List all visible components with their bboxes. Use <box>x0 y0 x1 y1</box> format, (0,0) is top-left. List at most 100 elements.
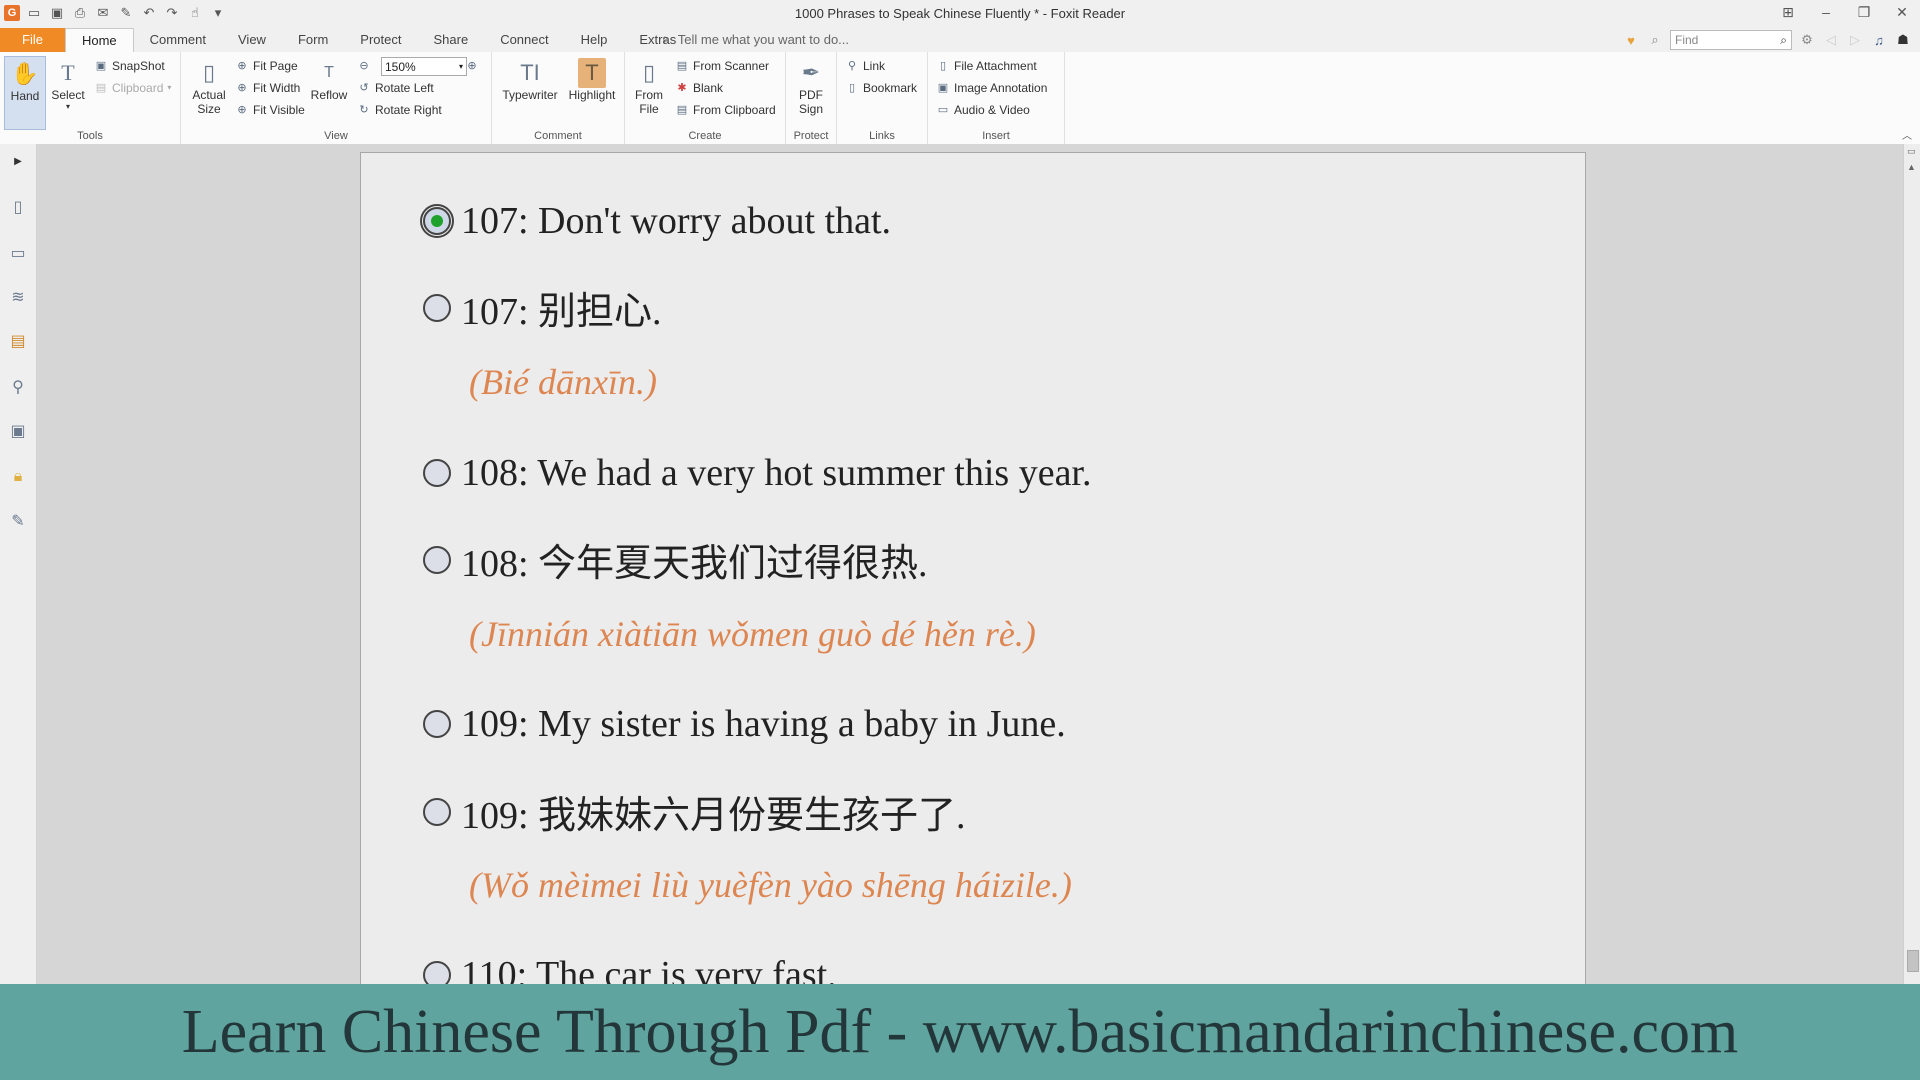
zoom-out-button[interactable]: ⊖ <box>357 56 371 76</box>
tab-help[interactable]: Help <box>565 28 624 52</box>
image-icon: ▣ <box>937 82 949 94</box>
tab-comment[interactable]: Comment <box>134 28 222 52</box>
tab-protect[interactable]: Protect <box>344 28 417 52</box>
clipboard-button[interactable]: ▤ Clipboard ▾ <box>94 78 172 98</box>
fit-page-icon: ⊕ <box>237 60 247 72</box>
typewriter-label: Typewriter <box>502 88 558 102</box>
blank-button[interactable]: ✱ Blank <box>675 78 723 98</box>
rotate-right-button[interactable]: ↻ Rotate Right <box>357 100 441 120</box>
tell-me-text: Tell me what you want to do... <box>677 32 850 47</box>
attachment-icon: ▯ <box>939 60 947 72</box>
snapshot-label: SnapShot <box>112 59 165 73</box>
close-icon[interactable]: ✕ <box>1892 2 1912 22</box>
zoom-input[interactable]: 150% ▾ <box>381 57 467 76</box>
image-annotation-button[interactable]: ▣ Image Annotation <box>936 78 1048 98</box>
tell-me-search[interactable]: ♀ Tell me what you want to do... <box>660 28 849 52</box>
actual-size-button[interactable]: ▯ Actual Size <box>187 56 231 128</box>
select-button[interactable]: T Select ▾ <box>48 56 88 128</box>
pdf-sign-button[interactable]: ✒ PDF Sign <box>791 56 831 128</box>
from-scanner-button[interactable]: ▤ From Scanner <box>675 56 769 76</box>
rotate-left-icon: ↺ <box>359 82 369 94</box>
find-input[interactable]: Find ⌕ <box>1670 30 1792 50</box>
link-icon: ⚲ <box>847 60 857 72</box>
radio-selected-dot <box>431 215 443 227</box>
tab-form[interactable]: Form <box>282 28 344 52</box>
phrase-line[interactable]: 108: We had a very hot summer this year. <box>423 451 1092 495</box>
ribbon-group-view: ▯ Actual Size ⊕ Fit Page ⊕ Fit Width ⊕ F… <box>181 52 492 144</box>
menu-tabs: File Home Comment View Form Protect Shar… <box>0 28 692 53</box>
highlight-button[interactable]: T Highlight <box>566 56 618 128</box>
radio-button[interactable] <box>423 459 451 487</box>
phrase-text: 108: 今年夏天我们过得很热. <box>461 543 928 585</box>
reflow-button[interactable]: T Reflow <box>309 56 349 128</box>
blank-label: Blank <box>693 81 724 95</box>
radio-button[interactable] <box>423 710 451 738</box>
layout-icon[interactable]: ⊞ <box>1778 2 1798 22</box>
phrase-line[interactable]: 109: 我妹妹六月份要生孩子了. <box>423 784 966 839</box>
phrase-line[interactable]: 110: The car is very fast. <box>423 953 837 984</box>
hand-button[interactable]: ✋ Hand <box>4 56 46 130</box>
signatures-panel-icon[interactable]: ▣ <box>7 420 29 442</box>
actual-size-icon: ▯ <box>202 60 216 85</box>
fit-width-button[interactable]: ⊕ Fit Width <box>235 78 300 98</box>
radio-button[interactable] <box>420 204 454 238</box>
phrase-line[interactable]: 107: 别担心. <box>423 280 662 335</box>
link-button[interactable]: ⚲ Link <box>845 56 885 76</box>
phrase-line[interactable]: 107: Don't worry about that. <box>420 199 891 243</box>
notification-bell-icon[interactable]: ♫ <box>1870 31 1888 49</box>
scroll-up-icon[interactable]: ▲ <box>1907 162 1916 172</box>
heart-icon[interactable]: ♥ <box>1622 31 1640 49</box>
view-group-label: View <box>324 130 348 142</box>
radio-button[interactable] <box>423 293 451 322</box>
restore-icon[interactable]: ❐ <box>1854 2 1874 22</box>
tab-view[interactable]: View <box>222 28 282 52</box>
phrase-line[interactable]: 109: My sister is having a baby in June. <box>423 702 1066 746</box>
window-title: 1000 Phrases to Speak Chinese Fluently *… <box>794 6 1126 21</box>
phrase-line[interactable]: 108: 今年夏天我们过得很热. <box>423 532 928 587</box>
next-result-icon[interactable]: ▷ <box>1846 31 1864 49</box>
hand-icon: ✋ <box>11 61 39 86</box>
security-lock-icon[interactable]: 🔒︎ <box>7 466 29 488</box>
link-label: Link <box>863 59 886 73</box>
fit-visible-button[interactable]: ⊕ Fit Visible <box>235 100 304 120</box>
zoom-in-button[interactable]: ⊕ <box>465 56 479 76</box>
user-account-icon[interactable]: ☗ <box>1894 31 1912 49</box>
attachments-panel-icon[interactable]: ⚲ <box>7 376 29 398</box>
collapse-ribbon-icon[interactable]: ︿ <box>1902 127 1912 142</box>
from-file-button[interactable]: ▯ From File <box>629 56 669 128</box>
links-group-label: Links <box>869 130 895 142</box>
comments-panel-icon[interactable]: ▤ <box>7 330 29 352</box>
expand-panel-icon[interactable]: ▶ <box>7 150 29 172</box>
audio-video-button[interactable]: ▭ Audio & Video <box>936 100 1030 120</box>
folder-search-icon[interactable]: ⌕ <box>1646 31 1664 49</box>
tab-connect[interactable]: Connect <box>484 28 564 52</box>
radio-button[interactable] <box>423 545 451 574</box>
fit-visible-icon: ⊕ <box>237 104 247 116</box>
fit-page-button[interactable]: ⊕ Fit Page <box>235 56 297 76</box>
protect-group-label: Protect <box>793 130 829 142</box>
minimize-icon[interactable]: – <box>1816 2 1836 22</box>
radio-button[interactable] <box>423 961 451 984</box>
document-area[interactable]: 107: Don't worry about that. 107: 别担心. (… <box>37 144 1903 984</box>
prev-result-icon[interactable]: ◁ <box>1822 31 1840 49</box>
split-view-icon[interactable]: ▭ <box>1907 146 1916 157</box>
layers-panel-icon[interactable]: ≋ <box>7 286 29 308</box>
scroll-thumb[interactable] <box>1907 950 1919 972</box>
settings-icon[interactable]: ⚙ <box>1798 31 1816 49</box>
ribbon-group-comment: TI Typewriter T Highlight Comment <box>492 52 625 144</box>
from-clipboard-label: From Clipboard <box>693 103 776 117</box>
file-attachment-button[interactable]: ▯ File Attachment <box>936 56 1037 76</box>
radio-button[interactable] <box>423 797 451 826</box>
bookmarks-panel-icon[interactable]: ▯ <box>7 196 29 218</box>
tab-file[interactable]: File <box>0 28 65 52</box>
signature-pen-icon[interactable]: ✎ <box>7 510 29 532</box>
bookmark-button[interactable]: ▯ Bookmark <box>845 78 917 98</box>
rotate-left-button[interactable]: ↺ Rotate Left <box>357 78 433 98</box>
pages-panel-icon[interactable]: ▭ <box>7 242 29 264</box>
tab-home[interactable]: Home <box>64 28 134 53</box>
vertical-scrollbar[interactable]: ▭ ▲ <box>1903 144 1920 984</box>
typewriter-button[interactable]: TI Typewriter <box>498 56 562 128</box>
from-clipboard-button[interactable]: ▤ From Clipboard <box>675 100 776 120</box>
snapshot-button[interactable]: ▣ SnapShot <box>94 56 165 76</box>
tab-share[interactable]: Share <box>417 28 484 52</box>
